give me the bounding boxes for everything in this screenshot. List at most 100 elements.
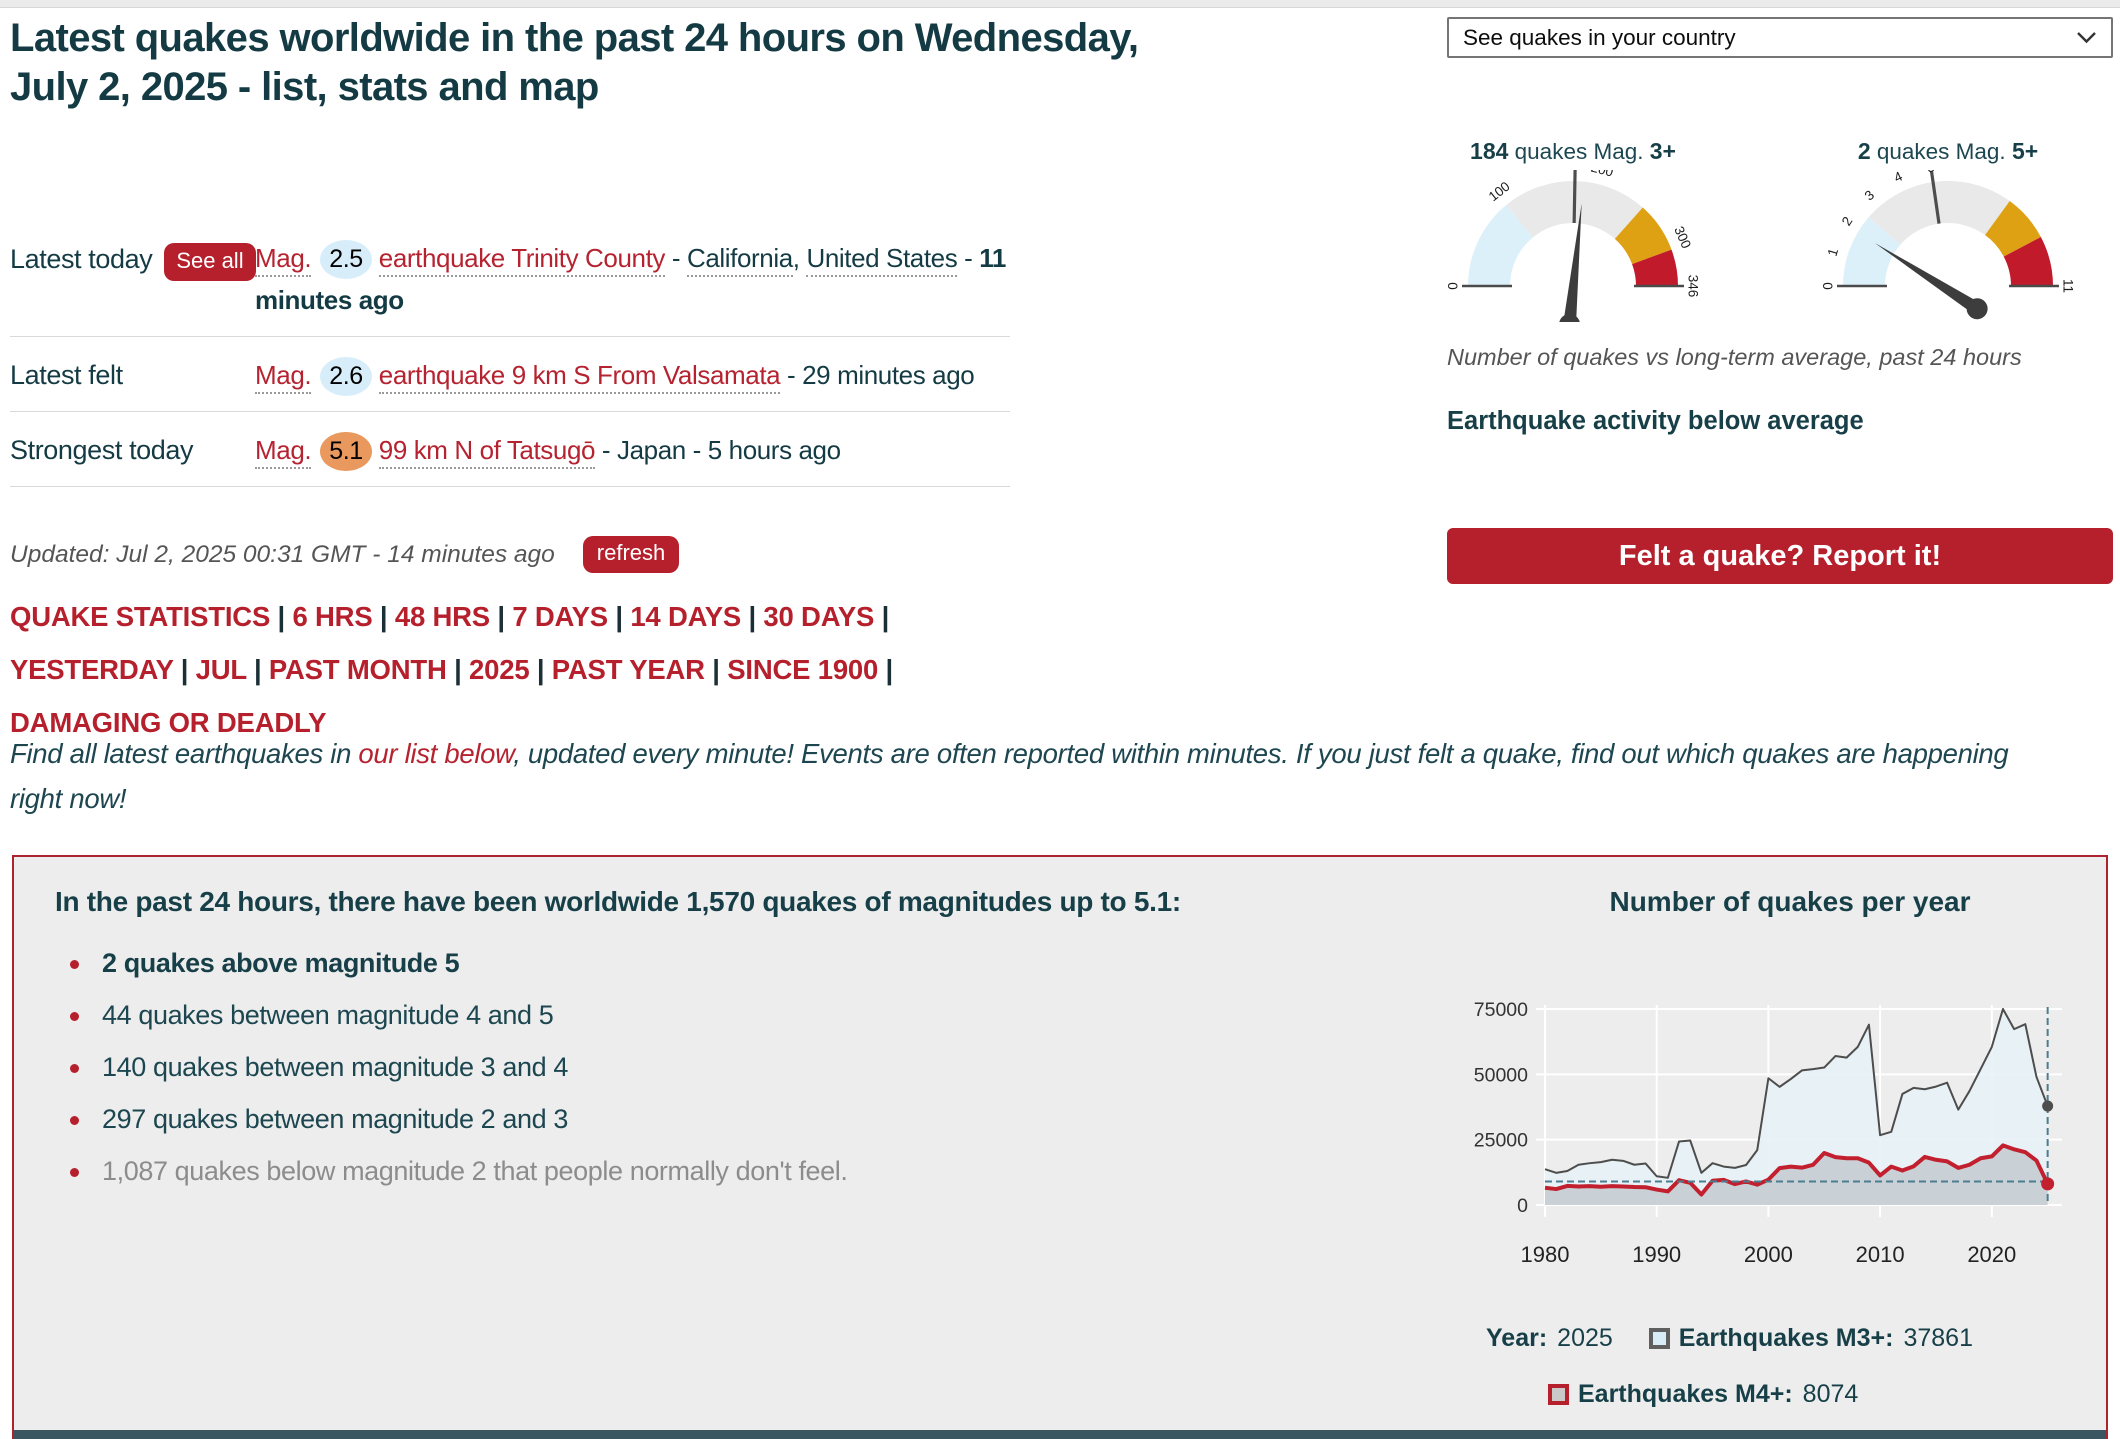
quake-row-content: Mag. 5.199 km N of Tatsugō - Japan - 5 ho… <box>255 429 1010 471</box>
m3-legend-label: Earthquakes M3+: <box>1679 1324 1894 1353</box>
year-value: 2025 <box>1557 1324 1613 1353</box>
page: Latest quakes worldwide in the past 24 h… <box>0 0 2120 1439</box>
row-text: - <box>957 243 979 273</box>
quake-row-label: Strongest today <box>10 429 255 466</box>
mag-link[interactable]: Mag. <box>255 435 311 469</box>
gauge-tick-label: 2 <box>1839 214 1856 228</box>
quake-row: Strongest todayMag. 5.199 km N of Tatsugō… <box>10 412 1010 487</box>
quake-statistics-links: QUAKE STATISTICS | 6 HRS | 48 HRS | 7 DA… <box>10 590 1010 749</box>
region-link[interactable]: United States <box>806 243 957 277</box>
intro-paragraph: Find all latest earthquakes in our list … <box>10 731 2060 821</box>
gauge-count-label: 2 quakes Mag. 5+ <box>1813 138 2083 170</box>
summary-bullet: 1,087 quakes below magnitude 2 that peop… <box>62 1156 1362 1187</box>
top-bar <box>0 0 2120 8</box>
magnitude-chip[interactable]: 2.5 <box>320 240 372 279</box>
quake-row-content: Mag. 2.5earthquake Trinity County - Calif… <box>255 237 1010 321</box>
chevron-down-icon <box>2076 31 2097 44</box>
year-label: Year: <box>1486 1324 1547 1353</box>
link-separator: | <box>741 601 763 632</box>
x-axis-label: 2020 <box>1967 1242 2016 1267</box>
quake-link[interactable]: earthquake Trinity County <box>379 243 665 277</box>
stat-link[interactable]: QUAKE STATISTICS <box>10 601 270 632</box>
y-axis-label: 50000 <box>1474 1064 1528 1086</box>
m4-end-dot[interactable] <box>2041 1177 2054 1190</box>
chart-legend-row-1: Year: 2025 Earthquakes M3+: 37861 <box>1486 1324 1973 1353</box>
stat-link[interactable]: 7 DAYS <box>512 601 608 632</box>
gauge-tick-label: 1 <box>1825 246 1842 257</box>
quake-link[interactable]: 99 km N of Tatsugō <box>379 435 595 469</box>
chart-title: Number of quakes per year <box>1540 886 2040 918</box>
mag-link[interactable]: Mag. <box>255 360 311 394</box>
stat-link[interactable]: YESTERDAY <box>10 654 173 685</box>
magnitude-chip[interactable]: 5.1 <box>320 432 372 471</box>
x-axis-label: 2010 <box>1856 1242 1905 1267</box>
quake-row-content: Mag.2.6earthquake 9 km S From Valsamata … <box>255 354 1010 396</box>
row-text: - Japan - 5 hours ago <box>595 435 841 465</box>
summary-heading: In the past 24 hours, there have been wo… <box>55 886 1395 918</box>
stat-link[interactable]: SINCE 1900 <box>727 654 878 685</box>
link-separator: | <box>874 601 889 632</box>
magnitude-chip[interactable]: 2.6 <box>320 357 372 396</box>
m4-legend-value: 8074 <box>1803 1380 1859 1409</box>
row-text: - 29 minutes ago <box>780 360 974 390</box>
m3-end-dot[interactable] <box>2042 1101 2053 1112</box>
quake-link[interactable]: earthquake 9 km S From Valsamata <box>379 360 780 394</box>
m4-legend-swatch <box>1548 1384 1569 1405</box>
x-axis-label: 2000 <box>1744 1242 1793 1267</box>
summary-bullet: 44 quakes between magnitude 4 and 5 <box>62 1000 1362 1031</box>
m3-legend-swatch <box>1649 1328 1670 1349</box>
link-separator: | <box>372 601 394 632</box>
country-select-value: See quakes in your country <box>1463 25 2076 51</box>
quakes-per-year-chart: 025000500007500019801990200020102020 <box>1458 972 2098 1297</box>
gauge-dial: 0100200300346 <box>1438 170 1708 322</box>
refresh-button[interactable]: refresh <box>583 536 679 573</box>
gauge-tick-label: 200 <box>1589 170 1614 180</box>
gauge-tick-label: 11 <box>2060 279 2075 293</box>
country-select[interactable]: See quakes in your country <box>1447 17 2113 58</box>
row-text: - <box>665 243 687 273</box>
mag-link[interactable]: Mag. <box>255 243 311 277</box>
link-separator: | <box>270 601 292 632</box>
gauge-tick-label: 0 <box>1446 282 1461 290</box>
stat-link[interactable]: JUL <box>196 654 247 685</box>
y-axis-label: 25000 <box>1474 1130 1528 1152</box>
link-separator: | <box>247 654 269 685</box>
summary-bullet: 140 quakes between magnitude 3 and 4 <box>62 1052 1362 1083</box>
gauge-tick-label: 4 <box>1892 170 1906 185</box>
see-all-button[interactable]: See all <box>164 243 255 281</box>
x-axis-label: 1990 <box>1632 1242 1681 1267</box>
y-axis-label: 0 <box>1517 1195 1528 1217</box>
summary-bullet-list: 2 quakes above magnitude 5 44 quakes betw… <box>62 948 1362 1208</box>
row-text: , <box>793 243 807 273</box>
chart-svg: 025000500007500019801990200020102020 <box>1458 972 2098 1297</box>
stat-link[interactable]: PAST YEAR <box>552 654 705 685</box>
stat-link[interactable]: 48 HRS <box>395 601 490 632</box>
stat-link[interactable]: 2025 <box>469 654 529 685</box>
summary-bullet: 2 quakes above magnitude 5 <box>62 948 1362 979</box>
our-list-below-link[interactable]: our list below <box>358 738 513 769</box>
latest-quakes-table: Latest todaySee allMag.2.5earthquake Tri… <box>10 220 1010 487</box>
updated-row: Updated: Jul 2, 2025 00:31 GMT - 14 minu… <box>10 536 679 573</box>
stat-link[interactable]: 30 DAYS <box>763 601 874 632</box>
stat-link[interactable]: 6 HRS <box>292 601 372 632</box>
link-separator: | <box>608 601 630 632</box>
intro-before: Find all latest earthquakes in <box>10 738 358 769</box>
link-separator: | <box>173 654 195 685</box>
stat-link[interactable]: PAST MONTH <box>269 654 447 685</box>
stat-link[interactable]: 14 DAYS <box>630 601 741 632</box>
link-separator: | <box>878 654 893 685</box>
region-link[interactable]: California <box>687 243 793 277</box>
gauge-tick-label: 346 <box>1685 275 1700 298</box>
gauge-tick-label: 3 <box>1862 187 1878 203</box>
link-separator: | <box>705 654 727 685</box>
x-axis-label: 1980 <box>1521 1242 1570 1267</box>
quake-row-label: Latest todaySee all <box>10 237 255 281</box>
gauge-dial: 01234511 <box>1813 170 2083 322</box>
m3-legend-value: 37861 <box>1903 1324 1973 1353</box>
updated-text: Updated: Jul 2, 2025 00:31 GMT - 14 minu… <box>10 541 555 569</box>
report-quake-button[interactable]: Felt a quake? Report it! <box>1447 528 2113 584</box>
map-top-edge <box>14 1430 2106 1439</box>
gauge-count-label: 184 quakes Mag. 3+ <box>1438 138 1708 170</box>
gauge-mag3plus: 184 quakes Mag. 3+0100200300346 <box>1438 138 1708 327</box>
gauge-tick-label: 300 <box>1671 224 1694 251</box>
